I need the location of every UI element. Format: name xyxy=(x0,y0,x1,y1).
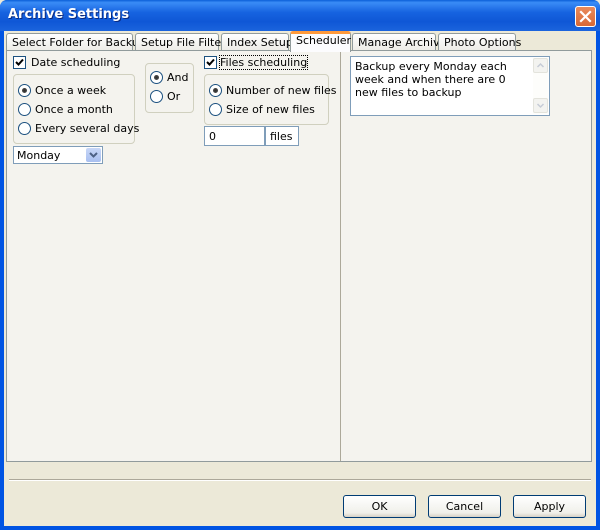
schedule-summary-text: Backup every Monday each week and when t… xyxy=(355,60,507,99)
dropdown-arrow[interactable] xyxy=(86,148,101,162)
files-count-value: 0 xyxy=(209,130,216,143)
once-a-week-label[interactable]: Once a week xyxy=(35,84,106,97)
day-select-value: Monday xyxy=(17,149,61,162)
size-of-new-files-radio[interactable] xyxy=(209,103,222,116)
checkmark-icon xyxy=(15,58,24,66)
files-count-input[interactable]: 0 xyxy=(204,126,265,146)
size-of-new-files-label[interactable]: Size of new files xyxy=(226,103,315,116)
number-of-new-files-label[interactable]: Number of new files xyxy=(226,84,337,97)
tab-photo-options[interactable]: Photo Options xyxy=(438,33,521,51)
files-scheduling-checkbox[interactable] xyxy=(204,56,217,69)
archive-settings-window: Archive Settings Select Folder for Backu… xyxy=(0,0,600,530)
once-a-week-radio[interactable] xyxy=(18,84,31,97)
scroll-down-button[interactable] xyxy=(533,98,548,113)
once-a-month-radio[interactable] xyxy=(18,103,31,116)
chevron-down-icon xyxy=(536,103,545,109)
apply-button[interactable]: Apply xyxy=(513,495,586,518)
date-scheduling-checkbox[interactable] xyxy=(13,56,26,69)
cancel-button[interactable]: Cancel xyxy=(428,495,501,518)
radio-dot xyxy=(154,75,159,80)
title-bar[interactable]: Archive Settings xyxy=(0,0,600,31)
vertical-divider xyxy=(340,51,341,461)
tab-select-folder-for-backup[interactable]: Select Folder for Backup xyxy=(6,33,146,51)
summary-scrollbar[interactable] xyxy=(533,58,548,114)
date-scheduling-label[interactable]: Date scheduling xyxy=(31,56,120,69)
tab-manage-archive[interactable]: Manage Archive xyxy=(352,33,446,51)
chevron-up-icon xyxy=(536,62,545,68)
files-options-group xyxy=(204,74,329,125)
chevron-down-icon xyxy=(89,152,98,158)
dialog-client: Select Folder for Backup Setup File Filt… xyxy=(4,31,596,526)
window-title: Archive Settings xyxy=(8,7,130,22)
scroll-up-button[interactable] xyxy=(533,58,548,73)
once-a-month-label[interactable]: Once a month xyxy=(35,103,113,116)
and-label[interactable]: And xyxy=(167,71,188,84)
or-radio[interactable] xyxy=(150,90,163,103)
tab-scheduler[interactable]: Scheduler xyxy=(290,31,351,52)
every-several-days-label[interactable]: Every several days xyxy=(35,122,139,135)
files-unit-label: files xyxy=(270,130,293,143)
radio-dot xyxy=(22,88,27,93)
footer-separator xyxy=(9,479,591,481)
files-unit-box: files xyxy=(265,126,299,146)
ok-button[interactable]: OK xyxy=(343,495,416,518)
schedule-summary-box[interactable]: Backup every Monday each week and when t… xyxy=(350,56,550,116)
day-select[interactable]: Monday xyxy=(13,146,103,164)
tab-setup-file-filter[interactable]: Setup File Filter xyxy=(135,33,226,51)
radio-dot xyxy=(213,88,218,93)
close-button[interactable] xyxy=(575,6,596,27)
number-of-new-files-radio[interactable] xyxy=(209,84,222,97)
every-several-days-radio[interactable] xyxy=(18,122,31,135)
files-scheduling-label[interactable]: Files scheduling xyxy=(218,55,309,70)
and-radio[interactable] xyxy=(150,71,163,84)
checkmark-icon xyxy=(206,58,215,66)
close-icon xyxy=(579,10,592,23)
scheduler-panel: Date scheduling Once a week Once a month… xyxy=(6,50,592,462)
or-label[interactable]: Or xyxy=(167,90,180,103)
tab-index-setup[interactable]: Index Setup xyxy=(221,33,293,51)
